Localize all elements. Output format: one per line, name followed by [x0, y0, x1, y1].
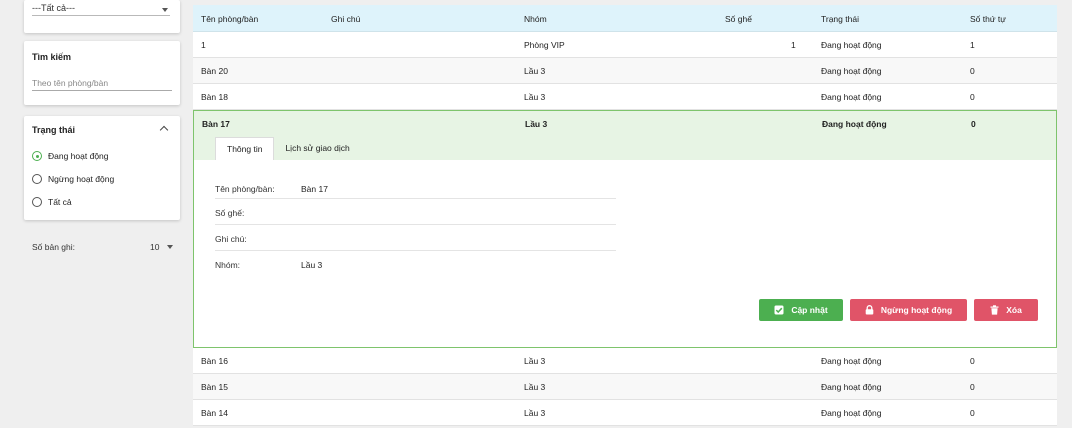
cell-name: Bàn 17	[202, 119, 230, 129]
table-row[interactable]: Bàn 14 Lầu 3 Đang hoạt động 0	[193, 400, 1057, 426]
deactivate-button[interactable]: Ngừng hoạt động	[850, 299, 967, 321]
update-button-label: Cập nhật	[791, 305, 828, 315]
radio-checked-icon[interactable]	[32, 151, 42, 161]
detail-row: Nhóm: Lầu 3	[215, 251, 616, 277]
detail-label: Ghi chú:	[215, 234, 247, 244]
status-option-all[interactable]: Tất cả	[32, 196, 72, 208]
table-row[interactable]: Bàn 16 Lầu 3 Đang hoạt động 0	[193, 348, 1057, 374]
cell-group: Lầu 3	[524, 382, 546, 392]
cell-status: Đang hoạt động	[821, 408, 882, 418]
detail-row: Số ghế:	[215, 199, 616, 225]
cell-name: Bàn 20	[201, 66, 228, 76]
col-header-order[interactable]: Số thứ tự	[970, 14, 1006, 24]
detail-tabs: Thông tin Lịch sử giao dịch	[215, 137, 361, 160]
cell-order: 0	[970, 66, 975, 76]
cell-order: 0	[970, 92, 975, 102]
cell-group: Lầu 3	[524, 92, 546, 102]
group-filter-select[interactable]: ---Tất cả---	[32, 0, 170, 16]
records-per-page[interactable]: Số bản ghi: 10	[32, 241, 176, 253]
table-row[interactable]: Bàn 18 Lầu 3 Đang hoạt động 0	[193, 84, 1057, 110]
delete-button-label: Xóa	[1006, 305, 1022, 315]
search-title: Tìm kiếm	[32, 52, 72, 62]
detail-label: Nhóm:	[215, 260, 241, 270]
status-option-label: Đang hoạt động	[48, 151, 109, 161]
cell-group: Phòng VIP	[524, 40, 565, 50]
group-filter-value: ---Tất cả---	[32, 3, 75, 13]
detail-value: Lầu 3	[301, 260, 323, 270]
radio-unchecked-icon[interactable]	[32, 197, 42, 207]
tab-info[interactable]: Thông tin	[215, 137, 275, 160]
status-option-active[interactable]: Đang hoạt động	[32, 150, 109, 162]
rooms-table: Tên phòng/bàn Ghi chú Nhóm Số ghế Trạng …	[193, 5, 1057, 426]
tab-transaction-history[interactable]: Lịch sử giao dịch	[274, 137, 360, 160]
detail-label: Tên phòng/bàn:	[215, 184, 275, 194]
check-square-icon	[774, 305, 784, 315]
search-input[interactable]	[32, 75, 172, 91]
col-header-seats[interactable]: Số ghế	[725, 14, 752, 24]
table-header: Tên phòng/bàn Ghi chú Nhóm Số ghế Trạng …	[193, 5, 1057, 32]
table-row[interactable]: Bàn 15 Lầu 3 Đang hoạt động 0	[193, 374, 1057, 400]
chevron-up-icon[interactable]	[159, 125, 169, 135]
cell-order: 0	[970, 408, 975, 418]
lock-icon	[865, 305, 874, 315]
delete-button[interactable]: Xóa	[974, 299, 1038, 321]
cell-group: Lầu 3	[524, 356, 546, 366]
status-title: Trạng thái	[32, 125, 76, 135]
caret-down-icon[interactable]	[167, 245, 173, 249]
cell-seats: 1	[791, 40, 796, 50]
detail-label: Số ghế:	[215, 208, 245, 218]
cell-name: Bàn 14	[201, 408, 228, 418]
cell-order: 1	[970, 40, 975, 50]
detail-row: Tên phòng/bàn: Bàn 17	[215, 171, 616, 199]
radio-unchecked-icon[interactable]	[32, 174, 42, 184]
expanded-row-header[interactable]: Bàn 17 Lầu 3 Đang hoạt động 0 Thông tin …	[194, 111, 1056, 160]
cell-name: 1	[201, 40, 206, 50]
deactivate-button-label: Ngừng hoạt động	[880, 305, 953, 315]
detail-row: Ghi chú:	[215, 225, 616, 251]
update-button[interactable]: Cập nhật	[759, 299, 843, 321]
cell-status: Đang hoạt động	[821, 356, 882, 366]
records-value[interactable]: 10	[150, 242, 159, 252]
group-filter-card: ---Tất cả---	[24, 0, 180, 33]
cell-status: Đang hoạt động	[822, 119, 887, 129]
col-header-name[interactable]: Tên phòng/bàn	[201, 14, 258, 24]
cell-status: Đang hoạt động	[821, 92, 882, 102]
expanded-row-panel: Bàn 17 Lầu 3 Đang hoạt động 0 Thông tin …	[193, 110, 1057, 348]
search-card: Tìm kiếm	[24, 41, 180, 105]
trash-icon	[990, 305, 999, 315]
cell-group: Lầu 3	[525, 119, 548, 129]
cell-order: 0	[970, 382, 975, 392]
status-card: Trạng thái Đang hoạt động Ngừng hoạt độn…	[24, 116, 180, 220]
table-row[interactable]: 1 Phòng VIP 1 Đang hoạt động 1	[193, 32, 1057, 58]
cell-order: 0	[970, 356, 975, 366]
cell-order: 0	[971, 119, 976, 129]
caret-down-icon	[162, 8, 168, 12]
cell-name: Bàn 15	[201, 382, 228, 392]
cell-status: Đang hoạt động	[821, 66, 882, 76]
col-header-status[interactable]: Trạng thái	[821, 14, 859, 24]
detail-value: Bàn 17	[301, 184, 328, 194]
col-header-note[interactable]: Ghi chú	[331, 14, 360, 24]
cell-name: Bàn 18	[201, 92, 228, 102]
status-option-label: Tất cả	[48, 197, 72, 207]
cell-name: Bàn 16	[201, 356, 228, 366]
table-row[interactable]: Bàn 20 Lầu 3 Đang hoạt động 0	[193, 58, 1057, 84]
cell-status: Đang hoạt động	[821, 40, 882, 50]
detail-info: Tên phòng/bàn: Bàn 17 Số ghế: Ghi chú: N…	[215, 171, 616, 277]
records-label: Số bản ghi:	[32, 242, 76, 252]
status-option-inactive[interactable]: Ngừng hoạt động	[32, 173, 114, 185]
status-option-label: Ngừng hoạt động	[48, 174, 115, 184]
cell-group: Lầu 3	[524, 66, 546, 76]
col-header-group[interactable]: Nhóm	[524, 14, 547, 24]
cell-status: Đang hoạt động	[821, 382, 882, 392]
cell-group: Lầu 3	[524, 408, 546, 418]
